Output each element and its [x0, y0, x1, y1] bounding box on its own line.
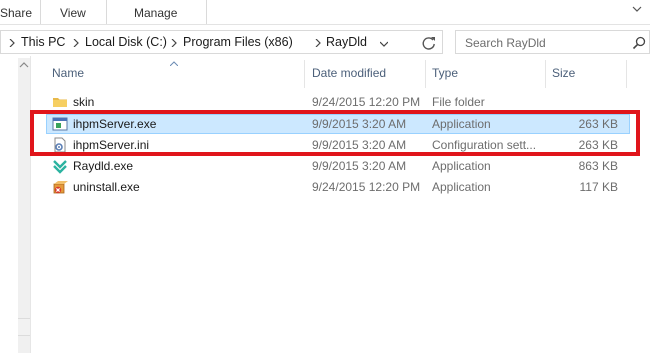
sort-ascending-icon	[170, 61, 178, 66]
ribbon-divider	[106, 0, 107, 24]
file-name: uninstall.exe	[73, 180, 140, 194]
file-date: 9/9/2015 3:20 AM	[312, 159, 407, 173]
chevron-right-icon[interactable]	[314, 39, 322, 47]
column-header-name[interactable]: Name	[52, 66, 84, 80]
tab-manage[interactable]: Manage	[134, 6, 177, 20]
annotation-highlight-box	[30, 110, 640, 156]
chevron-right-icon[interactable]	[8, 39, 16, 47]
address-bar[interactable]: This PC Local Disk (C:) Program Files (x…	[0, 30, 443, 54]
column-header-size[interactable]: Size	[552, 66, 575, 80]
file-row-raydld-exe[interactable]: Raydld.exe 9/9/2015 3:20 AM Application …	[46, 156, 630, 176]
nav-scrollbar-thumb[interactable]	[18, 318, 30, 336]
column-header-type[interactable]: Type	[432, 66, 458, 80]
breadcrumb-this-pc[interactable]: This PC	[21, 35, 65, 49]
column-divider[interactable]	[425, 60, 426, 88]
chevron-down-icon[interactable]	[632, 4, 642, 14]
refresh-icon[interactable]	[420, 34, 438, 52]
breadcrumb-raydld[interactable]: RayDld	[326, 35, 367, 49]
tab-share[interactable]: Share	[0, 6, 32, 20]
search-field[interactable]: Search RayDld	[455, 30, 650, 54]
ribbon: Share View Manage	[0, 0, 650, 24]
tab-view[interactable]: View	[60, 6, 86, 20]
column-divider[interactable]	[626, 60, 627, 88]
raydld-app-icon	[53, 160, 67, 174]
file-date: 9/24/2015 12:20 PM	[312, 180, 421, 194]
file-type: Application	[432, 159, 491, 173]
folder-icon	[53, 98, 67, 107]
chevron-down-icon[interactable]	[380, 40, 388, 48]
column-divider[interactable]	[545, 60, 546, 88]
scroll-up-icon[interactable]	[19, 61, 29, 69]
ribbon-border	[0, 24, 650, 25]
column-divider[interactable]	[304, 60, 305, 88]
ribbon-divider	[206, 0, 207, 24]
file-row-uninstall-exe[interactable]: uninstall.exe 9/24/2015 12:20 PM Applica…	[46, 177, 630, 197]
file-type: File folder	[432, 95, 485, 109]
file-size: 863 KB	[578, 159, 618, 173]
file-name: Raydld.exe	[73, 159, 134, 173]
uninstall-icon	[53, 181, 68, 194]
breadcrumb-program-files[interactable]: Program Files (x86)	[183, 35, 293, 49]
file-date: 9/24/2015 12:20 PM	[312, 95, 421, 109]
search-icon[interactable]	[632, 36, 646, 50]
breadcrumb-local-disk[interactable]: Local Disk (C:)	[85, 35, 167, 49]
chevron-right-icon[interactable]	[72, 39, 80, 47]
column-header-date[interactable]: Date modified	[312, 66, 386, 80]
chevron-right-icon[interactable]	[170, 39, 178, 47]
file-size: 117 KB	[579, 180, 618, 194]
ribbon-divider	[40, 0, 41, 24]
file-row-skin[interactable]: skin 9/24/2015 12:20 PM File folder	[46, 92, 630, 112]
nav-scrollbar[interactable]	[18, 58, 30, 353]
file-name: skin	[73, 95, 95, 109]
file-type: Application	[432, 180, 491, 194]
search-placeholder: Search RayDld	[465, 36, 546, 50]
